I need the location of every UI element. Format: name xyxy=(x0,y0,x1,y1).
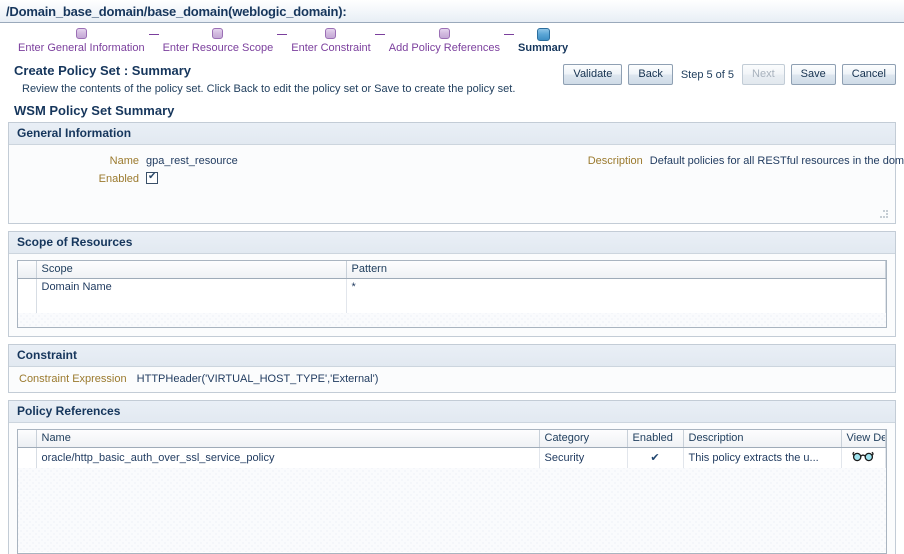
description-value: Default policies for all RESTful resourc… xyxy=(649,155,904,167)
next-button: Next xyxy=(742,64,785,85)
enabled-value xyxy=(146,171,158,187)
glasses-icon[interactable] xyxy=(852,451,874,465)
policy-references-table: Name Category Enabled Description View D… xyxy=(18,430,886,468)
policy-column-header-category[interactable]: Category xyxy=(539,430,628,448)
constraint-body: Constraint Expression HTTPHeader('VIRTUA… xyxy=(9,367,895,392)
content-section-title: WSM Policy Set Summary xyxy=(14,103,175,118)
train-stop-summary[interactable]: Summary xyxy=(514,28,572,54)
general-information-panel: General Information Name gpa_rest_resour… xyxy=(8,122,904,224)
train-stop-add-policy-references[interactable]: Add Policy References xyxy=(385,28,504,54)
train-stop-label: Enter Constraint xyxy=(291,42,371,54)
policy-column-header-view-detail[interactable]: View Detail xyxy=(841,430,886,448)
constraint-header: Constraint xyxy=(9,345,895,367)
enabled-label: Enabled xyxy=(98,173,139,185)
policy-cell-category: Security xyxy=(539,447,628,468)
train-stop-enter-constraint[interactable]: Enter Constraint xyxy=(287,28,374,54)
window-titlebar: /Domain_base_domain/base_domain(weblogic… xyxy=(0,0,904,23)
train-node-icon xyxy=(75,28,87,39)
table-row[interactable]: Domain Name * xyxy=(18,278,886,296)
policy-table-header-row: Name Category Enabled Description View D… xyxy=(18,430,886,448)
table-row[interactable]: oracle/http_basic_auth_over_ssl_service_… xyxy=(18,447,886,468)
name-field-row: Name gpa_rest_resource xyxy=(19,153,238,169)
scope-row-handle-header xyxy=(18,261,37,279)
policy-references-body: Name Category Enabled Description View D… xyxy=(9,423,895,554)
wizard-train: Enter General Information Enter Resource… xyxy=(0,23,904,61)
train-stop-label: Add Policy References xyxy=(388,42,501,54)
save-button[interactable]: Save xyxy=(790,64,836,85)
general-info-left-column: Name gpa_rest_resource Enabled xyxy=(19,153,238,189)
train-connector xyxy=(374,34,385,35)
scope-table: Scope Pattern Domain Name * xyxy=(18,261,886,313)
description-label: Description xyxy=(587,155,643,167)
general-information-body: Name gpa_rest_resource Enabled Descripti… xyxy=(9,145,904,223)
policy-row-handle-header xyxy=(18,430,37,448)
policy-column-header-description[interactable]: Description xyxy=(683,430,842,448)
constraint-expression-value: HTTPHeader('VIRTUAL_HOST_TYPE','External… xyxy=(136,373,379,385)
policy-column-header-name[interactable]: Name xyxy=(36,430,540,448)
action-button-bar: Validate Back Step 5 of 5 Next Save Canc… xyxy=(563,64,896,85)
train-node-icon xyxy=(325,28,337,39)
enabled-field-row: Enabled xyxy=(19,171,238,187)
policy-cell-view-detail[interactable] xyxy=(841,447,886,468)
general-information-header: General Information xyxy=(9,123,895,145)
scope-of-resources-header: Scope of Resources xyxy=(9,232,895,254)
constraint-panel: Constraint Constraint Expression HTTPHea… xyxy=(8,344,896,393)
train-node-icon xyxy=(438,28,450,39)
cancel-button[interactable]: Cancel xyxy=(841,64,896,85)
description-field-row: Description Default policies for all RES… xyxy=(588,153,904,169)
policy-table-empty-area xyxy=(18,468,886,552)
train-connector xyxy=(148,34,159,35)
filler-cell xyxy=(18,296,37,313)
validate-button[interactable]: Validate xyxy=(563,64,623,85)
scope-column-header-scope[interactable]: Scope xyxy=(36,261,347,279)
train-stop-enter-resource-scope[interactable]: Enter Resource Scope xyxy=(159,28,278,54)
policy-cell-description: This policy extracts the u... xyxy=(683,447,842,468)
policy-table-container: Name Category Enabled Description View D… xyxy=(17,429,887,554)
train-stop-enter-general-information[interactable]: Enter General Information xyxy=(14,28,149,54)
policy-row-handle[interactable] xyxy=(18,447,37,468)
policy-cell-name: oracle/http_basic_auth_over_ssl_service_… xyxy=(36,447,540,468)
train-connector xyxy=(504,34,515,35)
train-stop-label: Summary xyxy=(518,42,569,54)
name-label: Name xyxy=(109,155,139,167)
scope-table-header-row: Scope Pattern xyxy=(18,261,886,279)
train-connector xyxy=(277,34,288,35)
name-value: gpa_rest_resource xyxy=(146,155,238,167)
train-node-icon xyxy=(536,28,550,41)
scope-row-handle[interactable] xyxy=(18,278,37,296)
scope-of-resources-panel: Scope of Resources Scope Pattern Domain … xyxy=(8,231,896,337)
general-info-right-column: Description Default policies for all RES… xyxy=(588,153,904,189)
scope-cell-scope: Domain Name xyxy=(36,278,347,296)
scope-table-filler-row xyxy=(18,296,886,313)
filler-cell xyxy=(346,296,886,313)
scope-table-empty-area xyxy=(18,313,886,327)
scope-table-container: Scope Pattern Domain Name * xyxy=(17,260,887,328)
policy-cell-enabled: ✔ xyxy=(627,447,684,468)
train-stop-label: Enter General Information xyxy=(18,42,145,54)
constraint-expression-label: Constraint Expression xyxy=(19,373,127,385)
scope-column-header-pattern[interactable]: Pattern xyxy=(346,261,886,279)
filler-cell xyxy=(36,296,347,313)
policy-references-panel: Policy References Name Category Enabled … xyxy=(8,400,896,554)
scope-cell-pattern: * xyxy=(346,278,886,296)
back-button[interactable]: Back xyxy=(628,64,673,85)
train-stop-label: Enter Resource Scope xyxy=(162,42,274,54)
step-indicator: Step 5 of 5 xyxy=(680,68,735,81)
policy-references-header: Policy References xyxy=(9,401,895,423)
page-content: WSM Policy Set Summary General Informati… xyxy=(0,103,904,554)
enabled-checkbox xyxy=(146,171,158,184)
scope-of-resources-body: Scope Pattern Domain Name * xyxy=(9,254,895,336)
resize-grip-icon[interactable] xyxy=(880,210,889,219)
train-node-icon xyxy=(212,28,224,39)
checkmark-icon: ✔ xyxy=(650,452,660,464)
policy-column-header-enabled[interactable]: Enabled xyxy=(627,430,684,448)
page-header: Create Policy Set : Summary Review the c… xyxy=(0,61,904,103)
breadcrumb: /Domain_base_domain/base_domain(weblogic… xyxy=(6,3,347,19)
